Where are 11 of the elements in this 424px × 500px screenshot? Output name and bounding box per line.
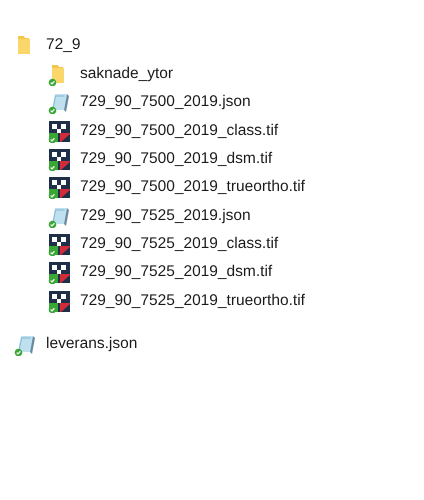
file-name[interactable]: leverans.json: [46, 334, 138, 353]
file-name[interactable]: 729_90_7525_2019.json: [80, 206, 251, 225]
file-name[interactable]: 729_90_7525_2019_trueortho.tif: [80, 292, 305, 310]
file-name[interactable]: 729_90_7525_2019_class.tif: [80, 234, 278, 253]
file-name[interactable]: 729_90_7500_2019.json: [80, 93, 251, 112]
folder-name[interactable]: 72_9: [46, 36, 80, 54]
file-name[interactable]: 729_90_7500_2019_trueortho.tif: [80, 178, 305, 196]
folder-name[interactable]: saknade_ytor: [80, 65, 174, 84]
file-name[interactable]: 729_90_7500_2019_dsm.tif: [80, 150, 272, 168]
file-name[interactable]: 729_90_7525_2019_dsm.tif: [80, 263, 272, 282]
file-name[interactable]: 729_90_7500_2019_class.tif: [80, 122, 278, 140]
